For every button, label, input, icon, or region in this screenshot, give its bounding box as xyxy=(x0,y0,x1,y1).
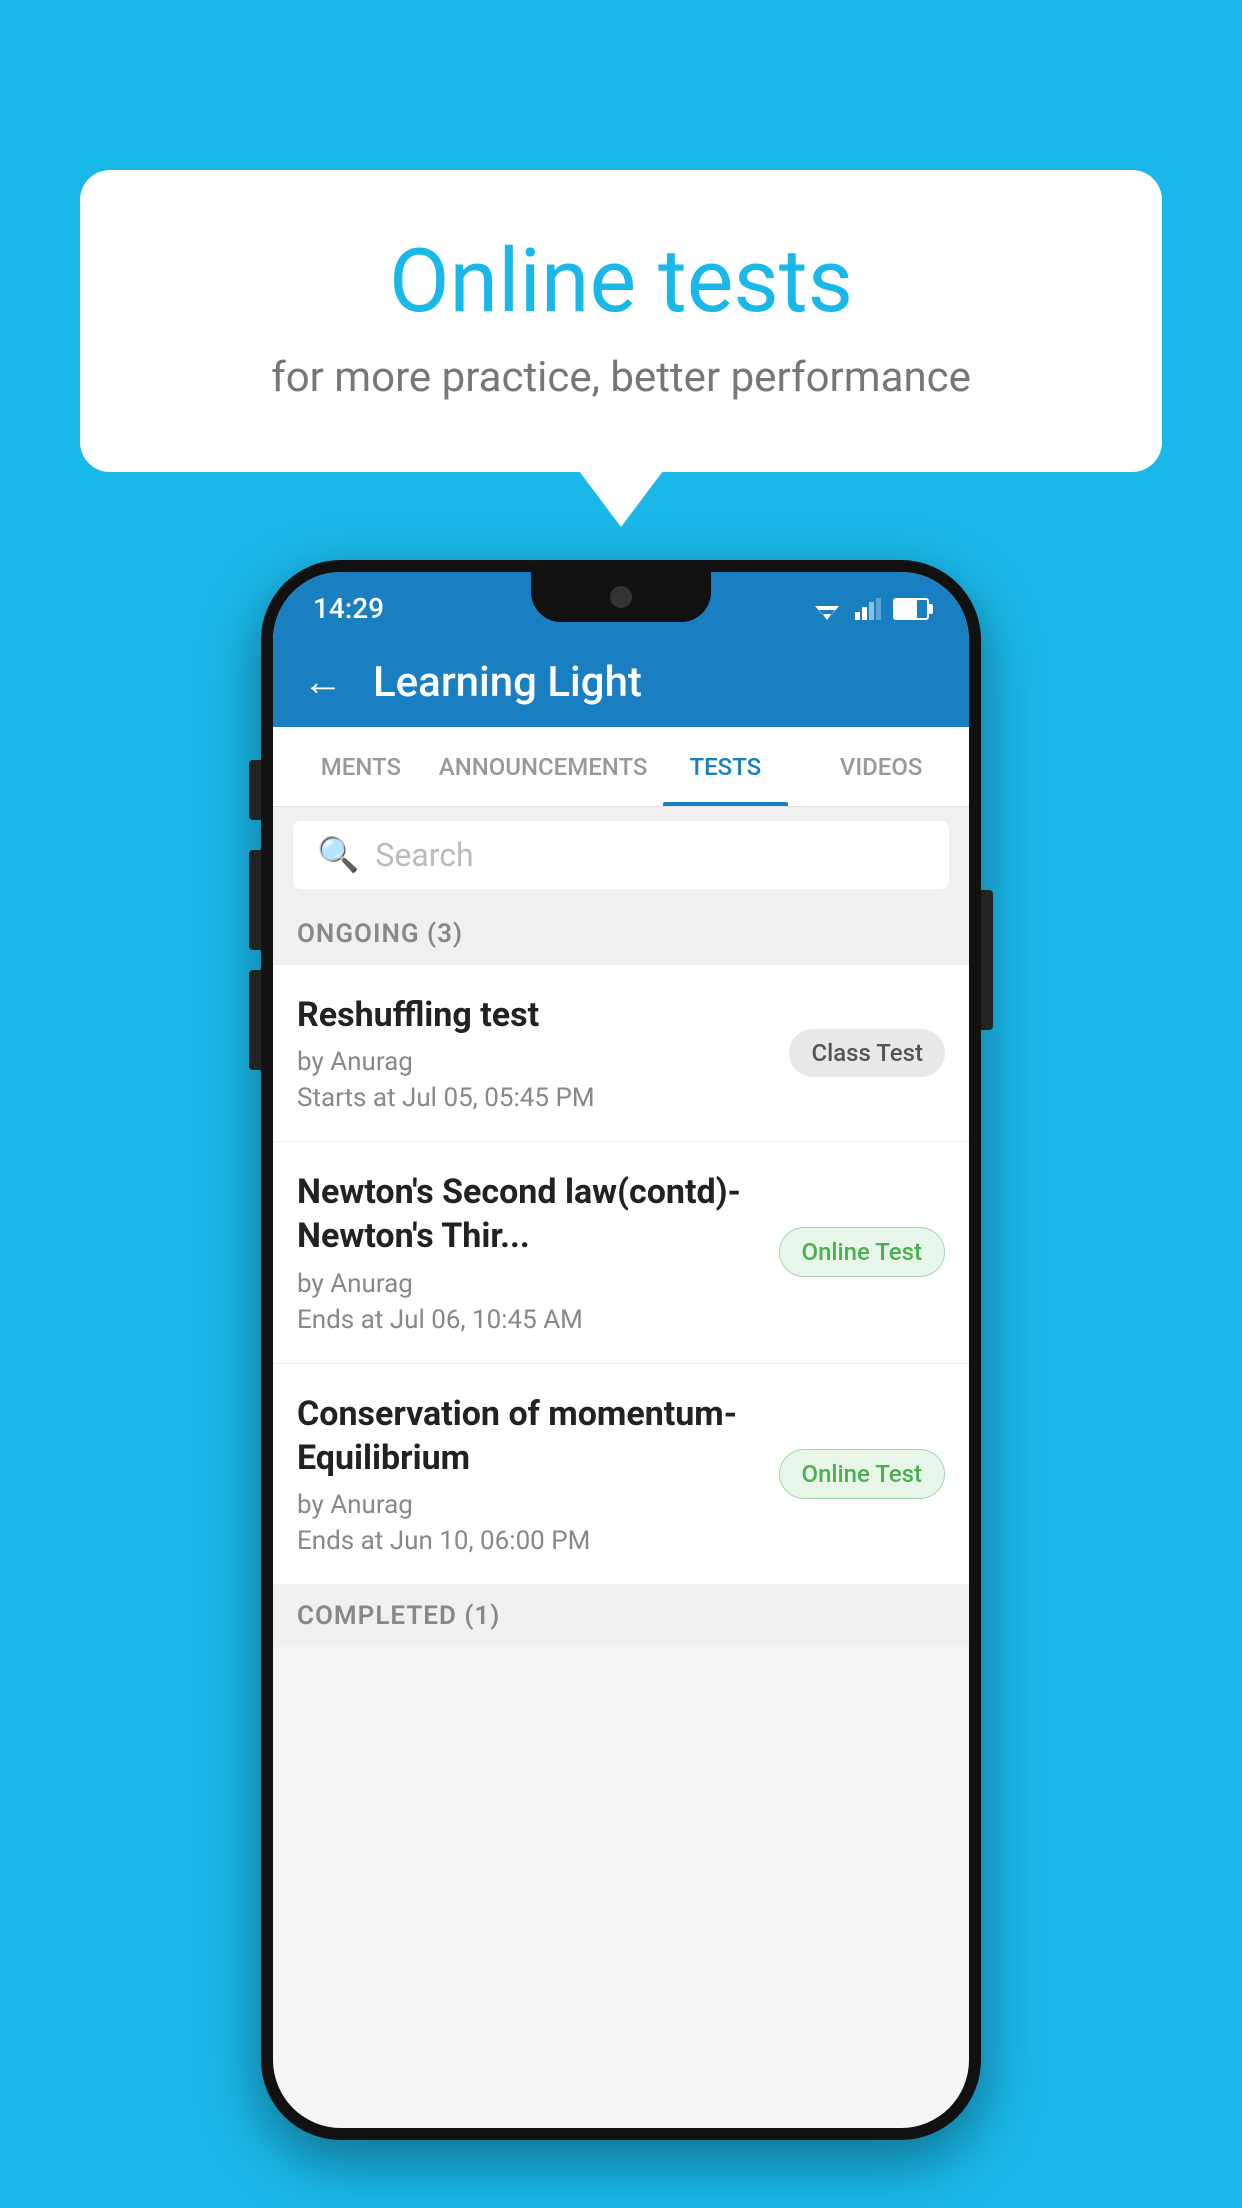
side-button-2 xyxy=(249,850,261,950)
test-item-2[interactable]: Newton's Second law(contd)-Newton's Thir… xyxy=(273,1142,969,1363)
side-button-1 xyxy=(249,760,261,820)
test-info-3: Conservation of momentum-Equilibrium by … xyxy=(297,1392,779,1556)
phone-mockup: 14:29 xyxy=(261,560,981,2140)
test-info-2: Newton's Second law(contd)-Newton's Thir… xyxy=(297,1170,779,1334)
wifi-icon xyxy=(811,598,843,620)
test-title-1: Reshuffling test xyxy=(297,993,769,1037)
test-badge-2: Online Test xyxy=(779,1227,945,1277)
promo-title: Online tests xyxy=(160,230,1082,333)
test-author-2: by Anurag xyxy=(297,1269,759,1299)
app-bar-title: Learning Light xyxy=(373,658,642,707)
test-item-1[interactable]: Reshuffling test by Anurag Starts at Jul… xyxy=(273,965,969,1142)
search-icon: 🔍 xyxy=(317,835,359,875)
camera-dot xyxy=(610,586,632,608)
tab-ments[interactable]: MENTS xyxy=(283,727,439,806)
phone-frame: 14:29 xyxy=(261,560,981,2140)
test-title-3: Conservation of momentum-Equilibrium xyxy=(297,1392,759,1480)
test-author-1: by Anurag xyxy=(297,1047,769,1077)
status-icons xyxy=(811,598,929,620)
side-button-3 xyxy=(249,970,261,1070)
promo-card: Online tests for more practice, better p… xyxy=(80,170,1162,472)
test-badge-3: Online Test xyxy=(779,1449,945,1499)
battery-icon xyxy=(893,598,929,620)
side-button-right xyxy=(981,890,993,1030)
tab-announcements[interactable]: ANNOUNCEMENTS xyxy=(439,727,648,806)
signal-icon xyxy=(855,598,881,620)
test-author-3: by Anurag xyxy=(297,1490,759,1520)
test-item-3[interactable]: Conservation of momentum-Equilibrium by … xyxy=(273,1364,969,1585)
tab-tests[interactable]: TESTS xyxy=(647,727,803,806)
tab-bar: MENTS ANNOUNCEMENTS TESTS VIDEOS xyxy=(273,727,969,807)
phone-screen: 14:29 xyxy=(273,572,969,2128)
test-badge-1: Class Test xyxy=(789,1029,945,1077)
promo-subtitle: for more practice, better performance xyxy=(160,353,1082,402)
test-date-1: Starts at Jul 05, 05:45 PM xyxy=(297,1083,769,1113)
phone-notch xyxy=(531,572,711,622)
completed-section-header: COMPLETED (1) xyxy=(273,1585,969,1647)
test-title-2: Newton's Second law(contd)-Newton's Thir… xyxy=(297,1170,759,1258)
ongoing-section-header: ONGOING (3) xyxy=(273,903,969,965)
test-date-2: Ends at Jul 06, 10:45 AM xyxy=(297,1305,759,1335)
search-bar[interactable]: 🔍 Search xyxy=(293,821,949,889)
test-list: Reshuffling test by Anurag Starts at Jul… xyxy=(273,965,969,1585)
back-button[interactable]: ← xyxy=(303,662,343,702)
app-bar: ← Learning Light xyxy=(273,637,969,727)
search-placeholder: Search xyxy=(375,836,473,874)
tab-videos[interactable]: VIDEOS xyxy=(803,727,959,806)
test-date-3: Ends at Jun 10, 06:00 PM xyxy=(297,1526,759,1556)
test-info-1: Reshuffling test by Anurag Starts at Jul… xyxy=(297,993,789,1113)
status-time: 14:29 xyxy=(313,592,384,625)
search-container: 🔍 Search xyxy=(273,807,969,903)
